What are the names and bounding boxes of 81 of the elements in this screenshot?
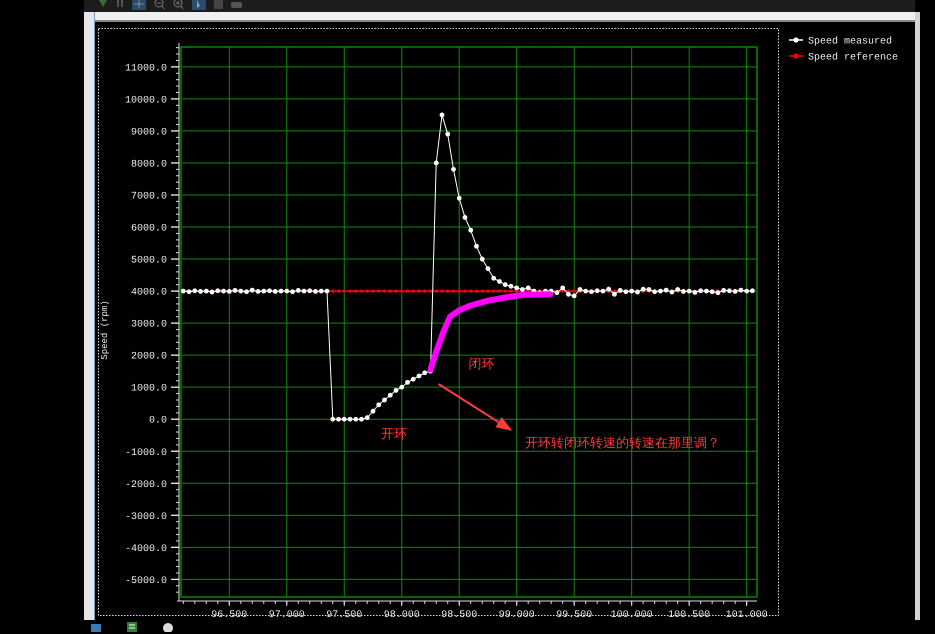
annotation-text: 闭环	[468, 356, 494, 372]
data-point	[474, 244, 479, 249]
data-point	[423, 290, 426, 293]
y-tick-label: -2000.0	[124, 480, 167, 491]
data-point	[348, 290, 352, 293]
data-point	[336, 290, 340, 293]
data-point	[342, 290, 346, 293]
play-icon[interactable]	[98, 0, 108, 8]
y-tick-label: 2000.0	[130, 352, 167, 363]
data-point	[412, 290, 415, 293]
spreadsheet-icon[interactable]	[126, 620, 138, 632]
y-tick-label: -5000.0	[124, 576, 167, 587]
zoom-out-icon[interactable]	[154, 0, 165, 10]
y-axis-label: Speed (rpm)	[100, 300, 110, 360]
data-point	[486, 290, 490, 293]
data-point	[388, 290, 392, 293]
data-point	[377, 290, 380, 293]
x-tick-label: 99.000	[498, 610, 535, 620]
data-point	[331, 290, 334, 293]
data-point	[428, 290, 432, 293]
data-point	[486, 266, 490, 272]
data-point	[480, 256, 485, 262]
annotation-text: 开环	[381, 426, 408, 442]
x-tick-label: 100.000	[610, 610, 653, 620]
data-point	[434, 160, 439, 166]
data-point	[456, 196, 462, 201]
y-tick-label: 4000.0	[130, 288, 167, 299]
x-tick-label: 101.000	[726, 610, 768, 620]
annotation-text: 开环转闭环转速的转速在那里调？	[524, 436, 720, 451]
data-point	[406, 290, 410, 293]
y-tick-label: 11000.0	[124, 63, 167, 74]
y-tick-label: 0.0	[148, 416, 167, 427]
x-tick-label: 96.500	[211, 610, 248, 620]
y-tick-label: 5000.0	[130, 256, 167, 267]
x-tick-label: 99.500	[556, 610, 592, 620]
data-point	[468, 228, 474, 233]
data-point	[474, 290, 478, 293]
data-point	[400, 290, 404, 293]
move-icon[interactable]	[132, 0, 146, 10]
y-tick-label: -4000.0	[124, 544, 167, 555]
data-point	[366, 290, 369, 293]
data-point	[394, 290, 398, 293]
pointer-icon[interactable]	[192, 0, 206, 10]
data-point	[498, 290, 502, 293]
data-point	[371, 290, 375, 293]
data-point	[451, 166, 456, 172]
x-tick-label: 100.500	[668, 610, 710, 620]
y-tick-label: 6000.0	[130, 224, 167, 235]
data-point	[434, 290, 438, 293]
legend-label: Speed measured	[808, 36, 892, 48]
x-tick-label: 97.000	[268, 610, 305, 620]
data-point	[417, 290, 421, 293]
x-tick-label: 98.000	[384, 610, 420, 620]
data-point	[445, 132, 450, 137]
data-point	[462, 215, 468, 220]
data-point	[354, 290, 358, 293]
data-point	[469, 290, 472, 293]
y-tick-label: 3000.0	[130, 320, 167, 331]
legend-label: Speed reference	[808, 52, 898, 64]
data-point	[463, 290, 467, 293]
y-tick-label: -1000.0	[124, 448, 167, 459]
y-tick-label: -3000.0	[124, 512, 167, 523]
x-tick-label: 98.500	[441, 610, 478, 620]
pause-icon[interactable]	[116, 0, 124, 8]
zoom-in-icon[interactable]	[173, 0, 184, 10]
y-tick-label: 7000.0	[130, 192, 167, 202]
y-tick-label: 9000.0	[130, 127, 167, 138]
data-point	[458, 290, 461, 293]
data-point	[382, 290, 386, 293]
y-tick-label: 1000.0	[130, 384, 167, 395]
data-point	[440, 290, 444, 293]
data-point	[492, 290, 496, 293]
data-point	[440, 112, 444, 118]
x-tick-label: 97.500	[326, 610, 362, 620]
data-point	[504, 290, 507, 293]
y-tick-label: 8000.0	[130, 159, 167, 170]
data-point	[360, 290, 364, 293]
data-point	[452, 290, 456, 293]
y-tick-label: 10000.0	[124, 95, 167, 106]
data-point	[446, 290, 450, 293]
data-point	[480, 290, 484, 293]
